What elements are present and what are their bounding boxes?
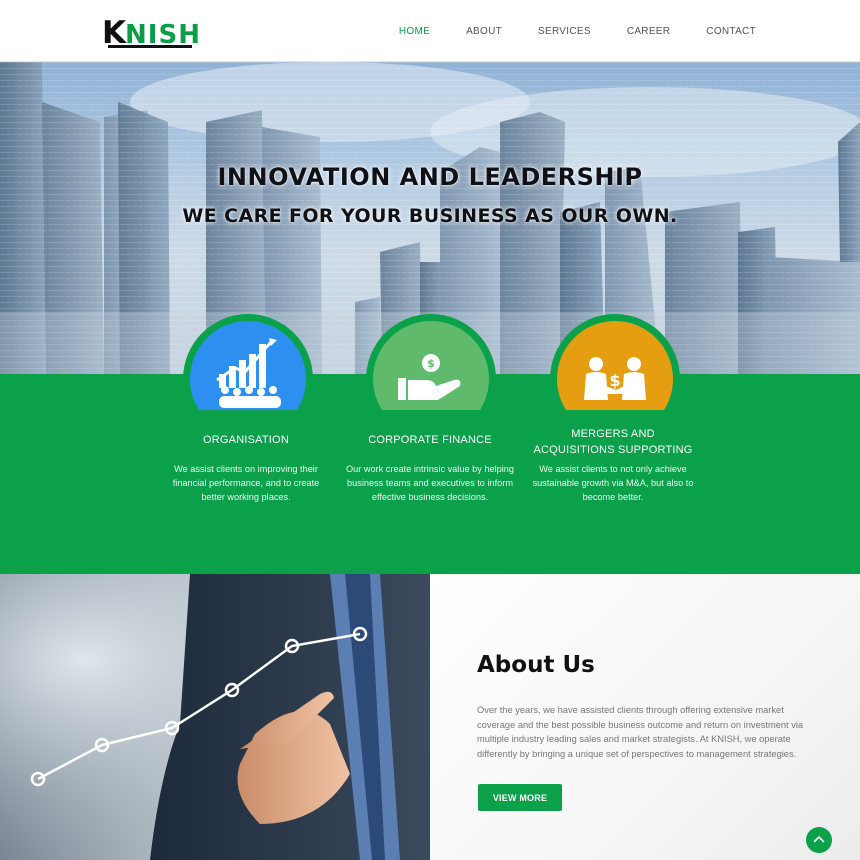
service-finance-title: CORPORATE FINANCE — [368, 434, 492, 446]
service-organisation-title: ORGANISATION — [203, 434, 289, 446]
team-growth-chart-icon — [216, 338, 281, 408]
nav-home[interactable]: HOME — [399, 26, 430, 37]
logo-letter-k: K — [102, 15, 126, 51]
service-organisation-icon-badge — [183, 314, 313, 410]
hero-subtitle: WE CARE FOR YOUR BUSINESS AS OUR OWN. — [182, 205, 678, 227]
service-mergers-title: MERGERS AND ACQUISITIONS SUPPORTING — [533, 428, 693, 456]
view-more-button[interactable]: VIEW MORE — [478, 784, 562, 811]
service-finance-icon-badge: $ — [366, 314, 496, 410]
nav-about[interactable]: ABOUT — [466, 26, 502, 37]
svg-text:$: $ — [609, 371, 620, 390]
service-mergers-text: We assist clients to not only achieve su… — [532, 464, 694, 502]
nav-contact[interactable]: CONTACT — [706, 26, 756, 37]
chevron-up-icon — [813, 835, 825, 843]
dollar-handshake-icon: $ — [584, 357, 646, 400]
nav-services[interactable]: SERVICES — [538, 26, 591, 37]
service-finance-text: Our work create intrinsic value by helpi… — [345, 464, 514, 502]
site-header: K NISH HOME ABOUT SERVICES CAREER CONTAC… — [0, 0, 860, 62]
main-nav: HOME ABOUT SERVICES CAREER CONTACT — [363, 0, 756, 62]
service-organisation-text: We assist clients on improving their fin… — [172, 464, 320, 502]
about-title: About Us — [477, 652, 595, 678]
nav-career[interactable]: CAREER — [627, 26, 670, 37]
hand-coin-icon: $ — [398, 354, 461, 400]
businessman-growth-chart-image — [0, 574, 430, 860]
about-text: Over the years, we have assisted clients… — [477, 705, 804, 759]
scroll-to-top-button[interactable] — [806, 827, 832, 853]
svg-text:$: $ — [427, 357, 435, 370]
growth-chart-illustration — [0, 574, 430, 860]
logo-underline — [108, 45, 192, 48]
service-mergers-icon-badge: $ — [550, 314, 680, 410]
hero-title: INNOVATION AND LEADERSHIP — [217, 163, 643, 191]
knish-logo[interactable]: K NISH — [102, 14, 201, 51]
